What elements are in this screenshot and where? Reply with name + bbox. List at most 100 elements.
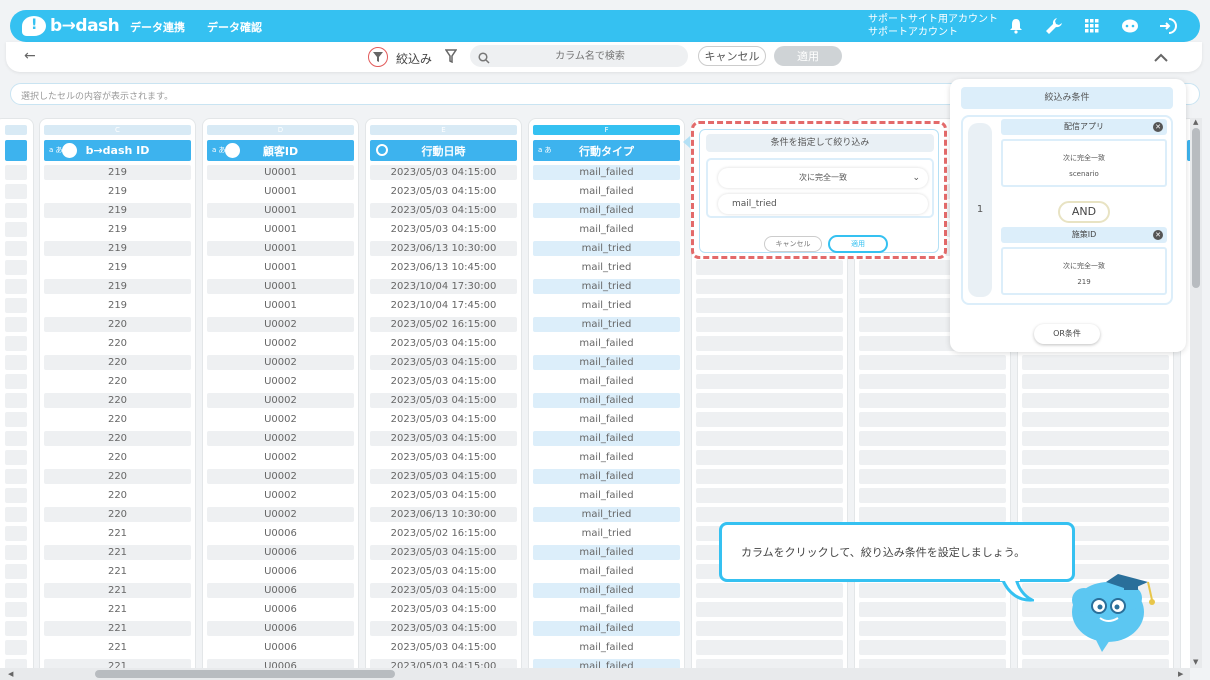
table-cell[interactable]: 219 bbox=[44, 184, 191, 199]
horizontal-scroll-thumb[interactable] bbox=[95, 670, 395, 678]
table-cell[interactable]: U0006 bbox=[207, 526, 354, 541]
scroll-left-icon[interactable]: ◀ bbox=[8, 670, 13, 678]
table-cell[interactable] bbox=[696, 602, 843, 617]
table-cell[interactable]: 2023/05/03 04:15:00 bbox=[370, 450, 517, 465]
table-cell[interactable]: U0002 bbox=[207, 450, 354, 465]
table-cell[interactable]: 2023/05/03 04:15:00 bbox=[370, 602, 517, 617]
popup-apply-button[interactable]: 適用 bbox=[828, 235, 888, 253]
table-cell[interactable] bbox=[696, 279, 843, 294]
table-cell[interactable]: 221 bbox=[44, 640, 191, 655]
scroll-down-icon[interactable]: ▼ bbox=[1193, 658, 1198, 666]
table-cell[interactable] bbox=[696, 355, 843, 370]
table-cell[interactable]: U0001 bbox=[207, 260, 354, 275]
table-cell[interactable] bbox=[859, 431, 1006, 446]
table-cell[interactable] bbox=[696, 659, 843, 668]
table-cell[interactable]: 221 bbox=[44, 621, 191, 636]
table-cell[interactable]: mail_failed bbox=[533, 336, 680, 351]
table-cell[interactable]: U0006 bbox=[207, 659, 354, 668]
remove-condition-icon[interactable]: ✕ bbox=[1153, 122, 1163, 132]
table-cell[interactable]: 2023/05/03 04:15:00 bbox=[370, 640, 517, 655]
filter-clear-icon[interactable] bbox=[444, 48, 458, 67]
table-cell[interactable]: mail_tried bbox=[533, 279, 680, 294]
table-cell[interactable]: U0006 bbox=[207, 583, 354, 598]
popup-cancel-button[interactable]: キャンセル bbox=[764, 236, 822, 252]
table-cell[interactable]: 2023/05/03 04:15:00 bbox=[370, 184, 517, 199]
table-cell[interactable] bbox=[696, 393, 843, 408]
column-bdash-id[interactable]: C a あ b→dash ID 219 219 219 219 219 219 219 219… bbox=[39, 118, 196, 668]
table-cell[interactable] bbox=[696, 488, 843, 503]
table-cell[interactable] bbox=[859, 374, 1006, 389]
table-cell[interactable]: 219 bbox=[44, 222, 191, 237]
table-cell[interactable]: 220 bbox=[44, 374, 191, 389]
table-cell[interactable]: 2023/05/03 04:15:00 bbox=[370, 431, 517, 446]
filter-value-input[interactable]: mail_tried bbox=[718, 194, 928, 214]
table-cell[interactable]: 2023/10/04 17:45:00 bbox=[370, 298, 517, 313]
table-cell[interactable] bbox=[696, 507, 843, 522]
table-cell[interactable]: 2023/05/02 16:15:00 bbox=[370, 526, 517, 541]
table-cell[interactable]: mail_tried bbox=[533, 507, 680, 522]
table-cell[interactable]: 220 bbox=[44, 412, 191, 427]
table-cell[interactable]: mail_tried bbox=[533, 298, 680, 313]
and-toggle-button[interactable]: AND bbox=[1058, 201, 1110, 223]
table-cell[interactable] bbox=[696, 621, 843, 636]
table-cell[interactable]: 220 bbox=[44, 488, 191, 503]
table-cell[interactable]: U0002 bbox=[207, 431, 354, 446]
table-cell[interactable] bbox=[696, 260, 843, 275]
table-cell[interactable]: mail_failed bbox=[533, 203, 680, 218]
table-cell[interactable]: U0002 bbox=[207, 507, 354, 522]
table-cell[interactable]: mail_failed bbox=[533, 431, 680, 446]
cancel-button[interactable]: キャンセル bbox=[698, 46, 766, 66]
table-cell[interactable]: 2023/05/03 04:15:00 bbox=[370, 412, 517, 427]
table-cell[interactable]: mail_tried bbox=[533, 526, 680, 541]
table-cell[interactable] bbox=[1022, 374, 1169, 389]
column-action-type[interactable]: F a あ 行動タイプ mail_failed mail_failed mail_f… bbox=[528, 118, 685, 668]
table-cell[interactable]: mail_failed bbox=[533, 393, 680, 408]
table-cell[interactable] bbox=[859, 469, 1006, 484]
table-cell[interactable] bbox=[696, 412, 843, 427]
nav-data-link[interactable]: データ連携 bbox=[130, 19, 185, 35]
table-cell[interactable]: U0002 bbox=[207, 393, 354, 408]
table-cell[interactable]: U0001 bbox=[207, 241, 354, 256]
filter-label[interactable]: 絞込み bbox=[396, 50, 432, 67]
scroll-up-icon[interactable]: ▲ bbox=[1193, 118, 1198, 126]
table-cell[interactable]: 2023/05/03 04:15:00 bbox=[370, 583, 517, 598]
table-cell[interactable] bbox=[1022, 393, 1169, 408]
table-cell[interactable]: 221 bbox=[44, 602, 191, 617]
column-header[interactable]: a あ b→dash ID bbox=[44, 140, 191, 161]
table-cell[interactable]: mail_tried bbox=[533, 241, 680, 256]
table-cell[interactable]: 2023/05/03 04:15:00 bbox=[370, 545, 517, 560]
table-cell[interactable]: mail_failed bbox=[533, 621, 680, 636]
table-cell[interactable] bbox=[696, 640, 843, 655]
table-cell[interactable]: 2023/05/02 16:15:00 bbox=[370, 317, 517, 332]
table-cell[interactable]: mail_failed bbox=[533, 450, 680, 465]
table-cell[interactable]: 220 bbox=[44, 469, 191, 484]
remove-condition-icon[interactable]: ✕ bbox=[1153, 230, 1163, 240]
table-cell[interactable]: U0001 bbox=[207, 165, 354, 180]
table-cell[interactable] bbox=[1022, 412, 1169, 427]
table-cell[interactable]: 220 bbox=[44, 336, 191, 351]
table-cell[interactable]: mail_failed bbox=[533, 583, 680, 598]
wrench-icon[interactable] bbox=[1044, 16, 1064, 36]
table-cell[interactable]: mail_failed bbox=[533, 602, 680, 617]
table-cell[interactable]: 221 bbox=[44, 526, 191, 541]
table-cell[interactable]: 220 bbox=[44, 393, 191, 408]
table-cell[interactable]: U0001 bbox=[207, 222, 354, 237]
table-cell[interactable]: U0002 bbox=[207, 317, 354, 332]
table-cell[interactable] bbox=[859, 621, 1006, 636]
table-cell[interactable]: mail_failed bbox=[533, 488, 680, 503]
table-cell[interactable]: mail_failed bbox=[533, 412, 680, 427]
column-action-datetime[interactable]: E 行動日時 2023/05/03 04:15:00 2023/05/03 04:… bbox=[365, 118, 522, 668]
collapse-chevron-icon[interactable] bbox=[1154, 48, 1168, 67]
table-cell[interactable] bbox=[1022, 450, 1169, 465]
vertical-scroll-thumb[interactable] bbox=[1192, 128, 1200, 288]
table-cell[interactable] bbox=[696, 450, 843, 465]
table-cell[interactable]: mail_tried bbox=[533, 260, 680, 275]
table-cell[interactable]: 221 bbox=[44, 659, 191, 668]
table-cell[interactable] bbox=[859, 450, 1006, 465]
column-customer-id[interactable]: D a あ 顧客ID U0001 U0001 U0001 U0001 U0001 U000… bbox=[202, 118, 359, 668]
nav-data-check[interactable]: データ確認 bbox=[207, 19, 262, 35]
table-cell[interactable]: 2023/05/03 04:15:00 bbox=[370, 222, 517, 237]
scroll-right-icon[interactable]: ▶ bbox=[1178, 670, 1183, 678]
table-cell[interactable]: 2023/05/03 04:15:00 bbox=[370, 355, 517, 370]
back-arrow-icon[interactable]: ← bbox=[24, 48, 36, 64]
